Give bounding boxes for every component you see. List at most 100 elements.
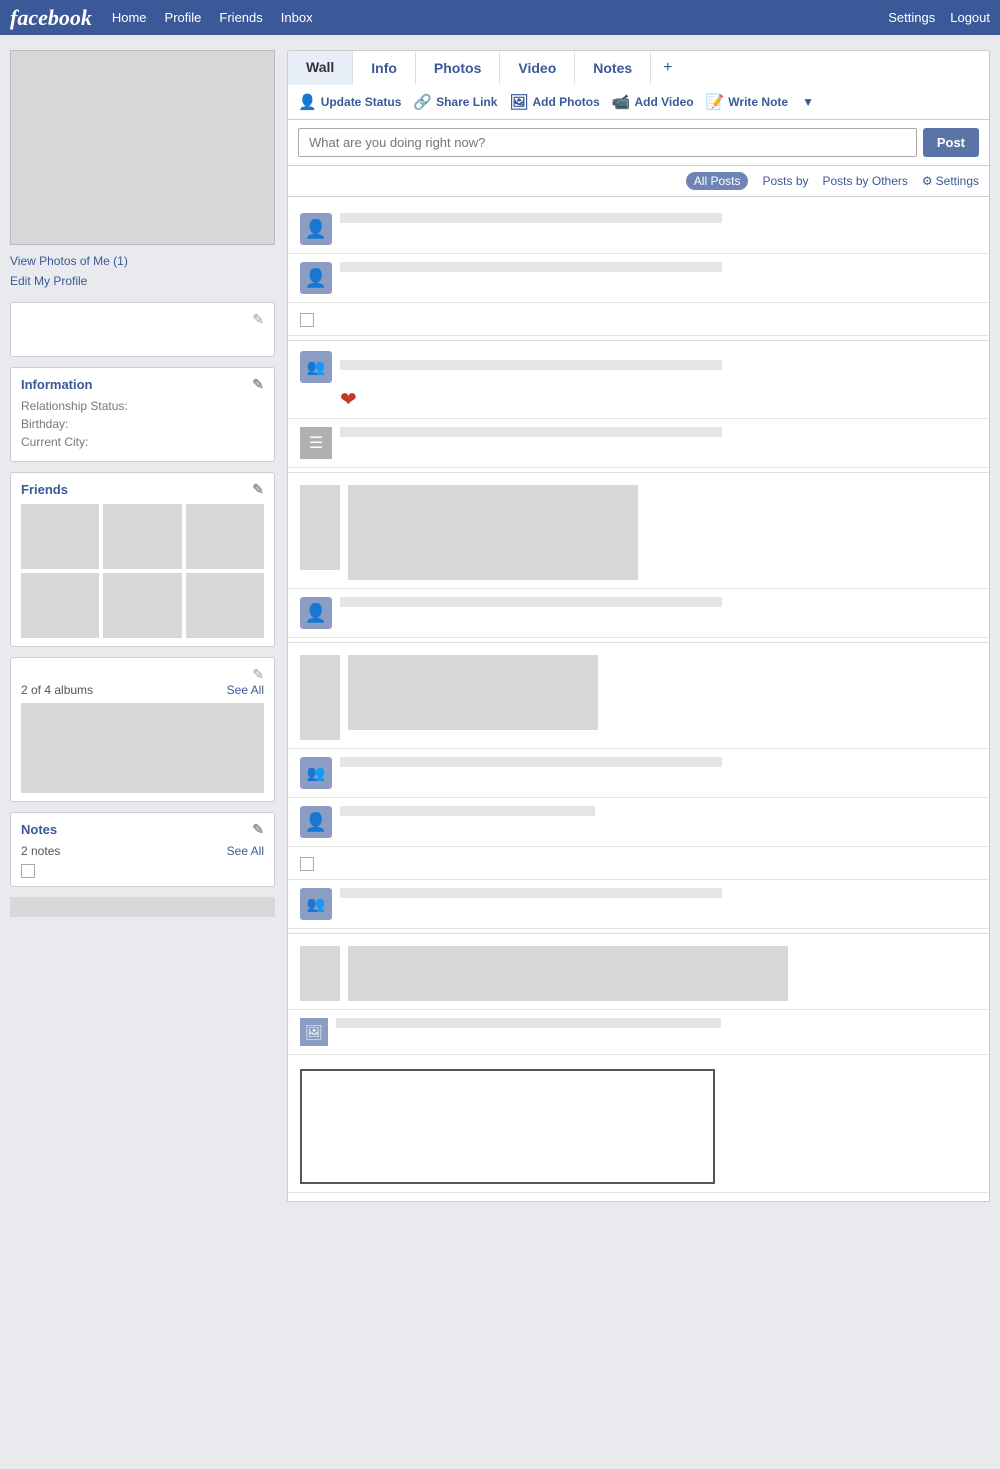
friends-edit-icon[interactable]: ✎: [252, 481, 264, 498]
post-text-line: [340, 262, 722, 272]
logout-link[interactable]: Logout: [950, 10, 990, 25]
notes-box: Notes ✎ 2 notes See All: [10, 812, 275, 887]
filter-settings[interactable]: ⚙ Settings: [922, 174, 979, 188]
friend-thumb-6[interactable]: [186, 573, 264, 638]
edit-profile-link[interactable]: Edit My Profile: [10, 271, 275, 291]
note-post-section: [288, 1055, 989, 1193]
media-thumb: [300, 485, 340, 570]
link-icon: 🔗: [413, 93, 432, 111]
post-content: [340, 427, 977, 443]
status-box: Post: [287, 120, 990, 166]
tab-add[interactable]: +: [651, 51, 684, 85]
posts-by-others-filter[interactable]: Posts by Others: [823, 174, 908, 188]
media-image: [348, 485, 638, 580]
media-thumb-2: [300, 655, 340, 740]
city-row: Current City:: [21, 435, 264, 449]
avatar-icon: 👤: [300, 262, 332, 294]
person-icon: 👤: [298, 93, 317, 111]
wide-media-image: [348, 946, 788, 1001]
toolbar-dropdown-arrow[interactable]: ▼: [802, 95, 814, 109]
tab-wall[interactable]: Wall: [288, 51, 353, 85]
bio-box: ✎: [10, 302, 275, 357]
albums-edit-icon[interactable]: ✎: [252, 666, 264, 683]
friend-thumb-1[interactable]: [21, 504, 99, 569]
group-icon: 👥: [300, 757, 332, 789]
tabs-bar: Wall Info Photos Video Notes +: [287, 50, 990, 85]
notes-see-all[interactable]: See All: [227, 844, 264, 858]
write-note-btn[interactable]: 📝 Write Note: [706, 93, 788, 111]
nav-home[interactable]: Home: [112, 10, 147, 25]
group-avatar-icon: 👥: [300, 351, 332, 383]
add-video-btn[interactable]: 📹 Add Video: [612, 93, 694, 111]
post-content: [340, 806, 977, 822]
update-status-btn[interactable]: 👤 Update Status: [298, 93, 401, 111]
status-input[interactable]: [298, 128, 917, 157]
add-photos-btn[interactable]: 🖼 Add Photos: [509, 93, 599, 111]
post-content: [340, 597, 977, 613]
top-right-links: Settings Logout: [888, 10, 990, 25]
information-box: Information ✎ Relationship Status: Birth…: [10, 367, 275, 462]
big-media-post: [288, 477, 989, 589]
post-item: 🖼: [288, 1010, 989, 1055]
top-navigation: facebook Home Profile Friends Inbox Sett…: [0, 0, 1000, 35]
post-checkbox[interactable]: [300, 313, 314, 327]
albums-see-all[interactable]: See All: [227, 683, 264, 697]
photo-media-post: [288, 938, 989, 1010]
friend-thumb-2[interactable]: [103, 504, 181, 569]
sidebar-bottom-bar: [10, 897, 275, 917]
all-posts-filter[interactable]: All Posts: [686, 172, 749, 190]
information-title: Information: [21, 377, 93, 392]
post-item: ☰: [288, 419, 989, 468]
nav-inbox[interactable]: Inbox: [281, 10, 313, 25]
post-item: [288, 847, 989, 880]
friend-thumb-5[interactable]: [103, 573, 181, 638]
post-content: [340, 757, 977, 773]
tab-photos[interactable]: Photos: [416, 52, 500, 84]
post-line: [340, 597, 722, 607]
post-content: [322, 311, 977, 327]
note-item-row: [21, 864, 264, 878]
photo-inline-icon: 🖼: [300, 1018, 328, 1046]
post-text-line: [340, 213, 722, 223]
relationship-label: Relationship Status:: [21, 399, 128, 413]
friends-grid: [21, 504, 264, 638]
post-item: 👥: [288, 880, 989, 929]
post-item: 👤: [288, 589, 989, 638]
post-line: [340, 427, 722, 437]
share-link-btn[interactable]: 🔗 Share Link: [413, 93, 497, 111]
nav-profile[interactable]: Profile: [165, 10, 202, 25]
information-edit-icon[interactable]: ✎: [252, 376, 264, 393]
bio-edit-icon[interactable]: ✎: [252, 311, 264, 328]
friend-thumb-4[interactable]: [21, 573, 99, 638]
post-item: 👤: [288, 205, 989, 254]
post-button[interactable]: Post: [923, 128, 979, 157]
tab-notes[interactable]: Notes: [575, 52, 651, 84]
gear-icon: ⚙: [922, 174, 933, 188]
note-checkbox[interactable]: [21, 864, 35, 878]
heart-icon: ❤: [340, 387, 357, 412]
post-line: [336, 1018, 721, 1028]
tab-video[interactable]: Video: [500, 52, 575, 84]
album-thumbnail[interactable]: [21, 703, 264, 793]
post-toolbar: 👤 Update Status 🔗 Share Link 🖼 Add Photo…: [287, 85, 990, 120]
media-image-2: [348, 655, 598, 730]
albums-count: 2 of 4 albums: [21, 683, 93, 697]
nav-friends[interactable]: Friends: [219, 10, 262, 25]
friends-box: Friends ✎: [10, 472, 275, 647]
birthday-label: Birthday:: [21, 417, 68, 431]
nav-links: Home Profile Friends Inbox: [112, 10, 313, 25]
post-content: [340, 888, 977, 904]
settings-link[interactable]: Settings: [888, 10, 935, 25]
post-content: [340, 262, 977, 278]
note-icon: 📝: [706, 93, 725, 111]
friend-thumb-3[interactable]: [186, 504, 264, 569]
tab-info[interactable]: Info: [353, 52, 416, 84]
notes-count: 2 notes: [21, 844, 60, 858]
notes-edit-icon[interactable]: ✎: [252, 821, 264, 838]
post-checkbox[interactable]: [300, 857, 314, 871]
posts-by-filter[interactable]: Posts by: [762, 174, 808, 188]
facebook-logo: facebook: [10, 5, 92, 31]
friends-title: Friends: [21, 482, 68, 497]
view-photos-link[interactable]: View Photos of Me (1): [10, 251, 275, 271]
post-item: 👤: [288, 254, 989, 303]
